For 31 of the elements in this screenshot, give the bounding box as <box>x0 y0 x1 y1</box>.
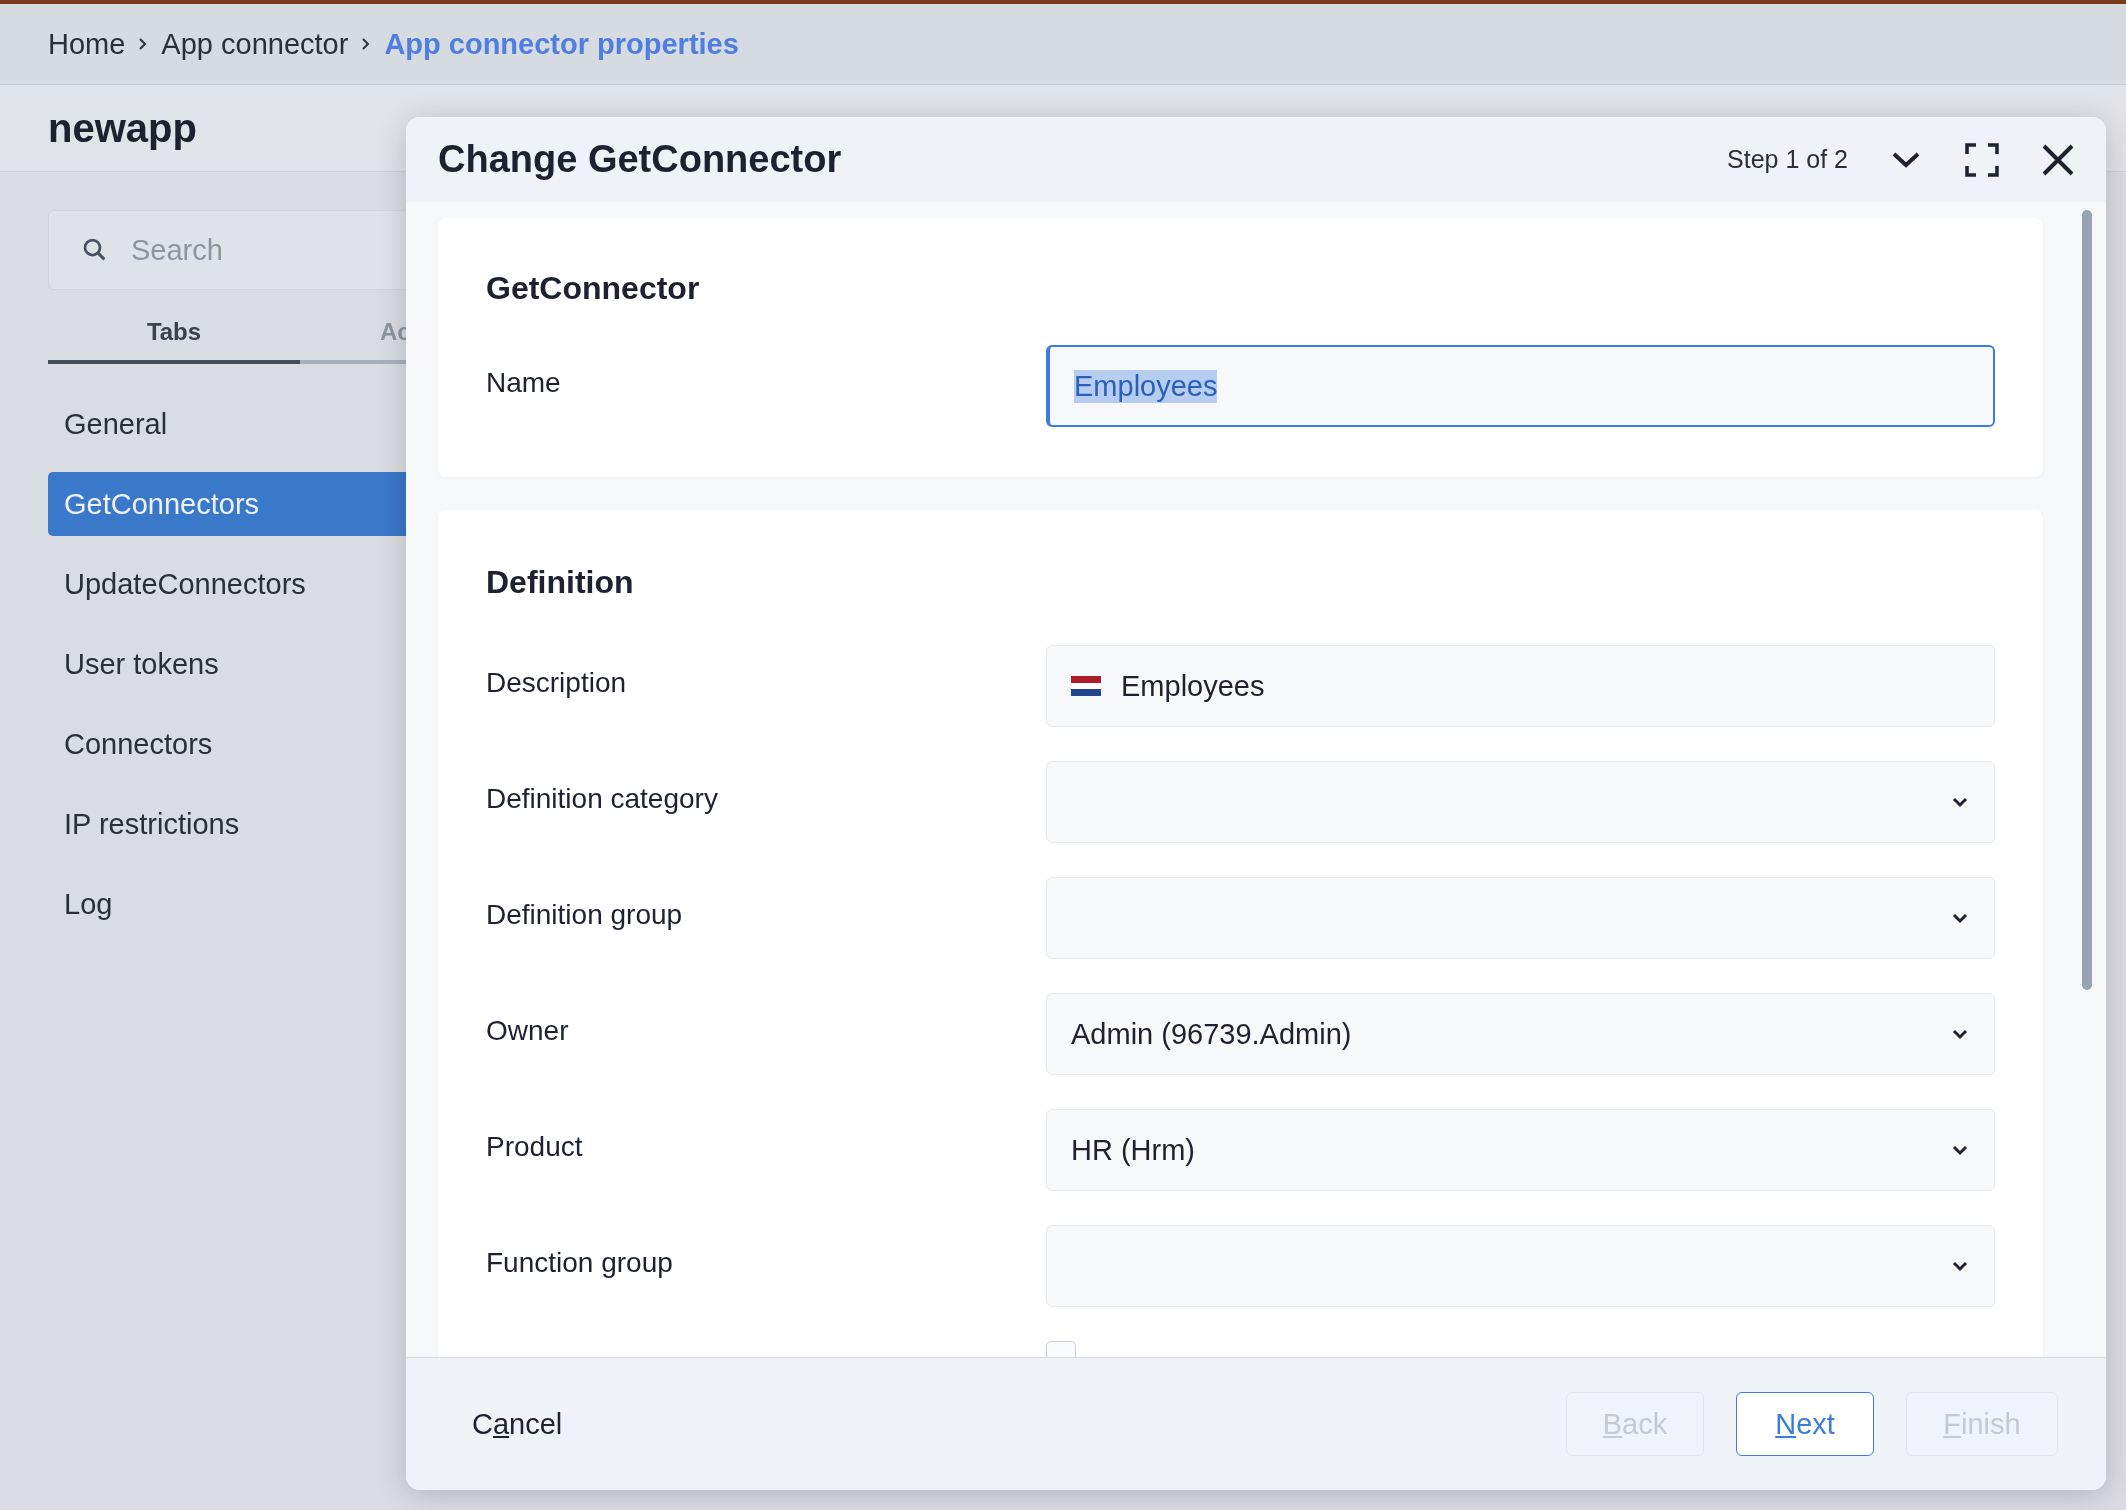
dropdown-field[interactable] <box>1046 877 1995 959</box>
dropdown-field[interactable]: HR (Hrm) <box>1046 1109 1995 1191</box>
flag-icon <box>1071 676 1101 696</box>
section-title: Definition <box>486 564 635 601</box>
dialog-title: Change GetConnector <box>438 138 843 181</box>
page-title: newapp <box>48 105 197 151</box>
wizard-button[interactable]: Next <box>1736 1392 1874 1456</box>
breadcrumb-link[interactable]: Home <box>48 27 126 61</box>
name-field[interactable]: Employees <box>1046 345 1995 427</box>
field-label: Definition group <box>486 898 684 931</box>
dropdown-field[interactable] <box>1046 761 1995 843</box>
chevron-down-icon <box>1950 795 1970 809</box>
dropdown-field[interactable] <box>1046 1225 1995 1307</box>
field-label: Product <box>486 1130 584 1163</box>
field-label: Function group <box>486 1246 674 1279</box>
fullscreen-icon[interactable] <box>1964 141 2000 178</box>
chevron-down-icon <box>1950 1259 1970 1273</box>
field-label: Name <box>486 366 562 399</box>
field-label: Description <box>486 666 628 699</box>
description-field[interactable]: Employees <box>1046 645 1995 727</box>
field-label: Owner <box>486 1014 570 1047</box>
field-label: Definition category <box>486 782 719 815</box>
breadcrumb-link[interactable]: App connector <box>161 27 349 61</box>
chevron-down-icon <box>1950 911 1970 925</box>
chevron-down-icon <box>1950 1143 1970 1157</box>
chevron-down-icon <box>1950 1027 1970 1041</box>
cancel-button[interactable]: Cancel <box>472 1407 563 1441</box>
dropdown-field[interactable]: Admin (96739.Admin) <box>1046 993 1995 1075</box>
scrollbar[interactable] <box>2082 210 2092 990</box>
step-indicator: Step 1 of 2 <box>1727 145 1848 174</box>
sidebar-tab[interactable]: Tabs <box>48 318 300 364</box>
